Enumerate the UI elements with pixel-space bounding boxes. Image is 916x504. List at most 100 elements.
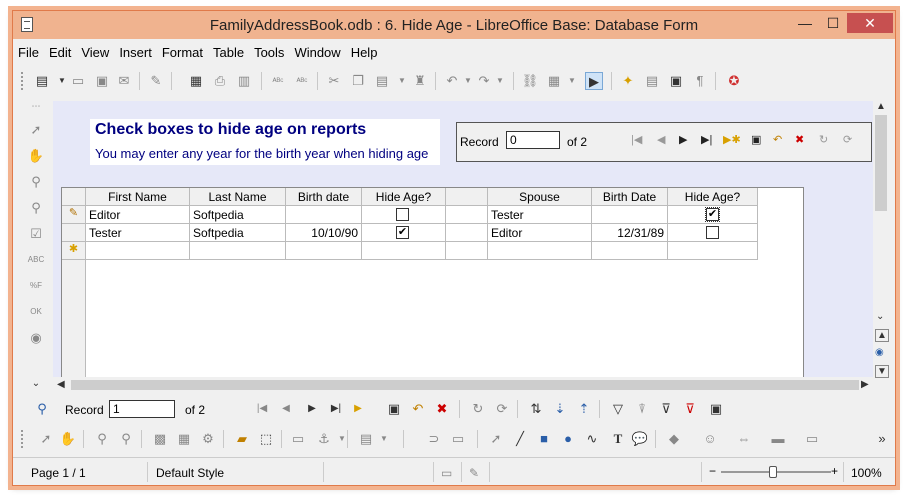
menu-insert[interactable]: Insert <box>114 43 157 62</box>
cell-spouse[interactable]: Editor <box>488 224 592 242</box>
column-header-birth-date[interactable]: Birth date <box>286 188 362 206</box>
text-field-icon[interactable]: ABC <box>27 251 45 269</box>
undo-record-icon[interactable]: ↶ <box>773 133 782 146</box>
toolbar-grip[interactable] <box>21 430 24 448</box>
new-document-icon[interactable]: ▤ <box>33 72 51 90</box>
design-mode-icon[interactable]: ▶ <box>585 72 603 90</box>
refresh-icon[interactable]: ↻ <box>819 133 828 146</box>
navigation-icon[interactable]: ◉ <box>875 347 884 358</box>
previous-page-icon[interactable]: ▲ <box>875 329 889 342</box>
toolbar-grip[interactable]: ⋯ <box>27 97 45 115</box>
formatted-field-icon[interactable]: %F <box>27 277 45 295</box>
menu-edit[interactable]: Edit <box>44 43 76 62</box>
vertical-scrollbar[interactable]: ▲ ⌄ ▲ ◉ ▼ <box>873 101 889 385</box>
zoom-level[interactable]: 100% <box>851 466 882 480</box>
find-record-icon[interactable]: ⚲ <box>33 400 51 418</box>
zoom-out-button[interactable]: − <box>709 464 716 478</box>
page-style[interactable]: Default Style <box>156 466 224 480</box>
cell-spouse[interactable]: Tester <box>488 206 592 224</box>
cell-hide-age[interactable] <box>362 242 446 260</box>
column-header-spouse[interactable]: Spouse <box>488 188 592 206</box>
apply-filter-icon[interactable]: ⍒ <box>633 400 651 418</box>
cell-first-name[interactable]: Editor <box>86 206 190 224</box>
chevron-down-icon[interactable]: ▼ <box>333 430 351 448</box>
last-record-icon[interactable]: ▶| <box>327 400 345 418</box>
refresh-control-icon[interactable]: ⟳ <box>493 400 511 418</box>
paste-icon[interactable]: ▤ <box>373 72 391 90</box>
save-record-icon[interactable]: ▣ <box>751 133 761 146</box>
formatting-marks-icon[interactable]: ¶ <box>691 72 709 90</box>
cell-last-name[interactable] <box>190 242 286 260</box>
cell-last-name[interactable]: Softpedia <box>190 224 286 242</box>
spouse-hide-age-checkbox[interactable]: ✔ <box>705 207 720 222</box>
row-marker[interactable] <box>62 224 86 242</box>
column-header-hide-age[interactable]: Hide Age? <box>362 188 446 206</box>
close-button[interactable]: ✕ <box>847 13 893 33</box>
print-icon[interactable]: ⎙ <box>211 72 229 90</box>
table-icon[interactable]: ▦ <box>545 72 563 90</box>
spellcheck-icon[interactable]: ᴬᴮᶜ <box>269 72 287 90</box>
cell-first-name[interactable] <box>86 242 190 260</box>
hand-icon[interactable]: ✋ <box>59 430 77 448</box>
gallery-icon[interactable]: ▤ <box>643 72 661 90</box>
sort-descending-icon[interactable]: ⇡ <box>575 400 593 418</box>
cell-spouse-birth-date[interactable] <box>592 242 668 260</box>
data-source-as-table-icon[interactable]: ▣ <box>707 400 725 418</box>
pointer-icon[interactable]: ➚ <box>487 430 505 448</box>
menu-help[interactable]: Help <box>346 43 383 62</box>
horizontal-scrollbar[interactable]: ◀ ▶ <box>53 377 873 393</box>
data-sources-icon[interactable]: ▣ <box>667 72 685 90</box>
scroll-left-icon[interactable]: ◀ <box>57 379 65 390</box>
cut-icon[interactable]: ✂ <box>325 72 343 90</box>
row-edit-marker[interactable]: ✎ <box>62 206 86 224</box>
menu-file[interactable]: File <box>13 43 44 62</box>
hand-icon[interactable]: ✋ <box>27 147 45 165</box>
callouts-icon[interactable]: ▭ <box>803 430 821 448</box>
cell-first-name[interactable]: Tester <box>86 224 190 242</box>
record-input[interactable]: 1 <box>109 400 175 418</box>
menu-tools[interactable]: Tools <box>249 43 289 62</box>
new-record-icon[interactable]: ▶✱ <box>723 133 741 146</box>
toolbar-grip[interactable] <box>21 72 24 90</box>
spouse-hide-age-checkbox[interactable] <box>706 226 719 239</box>
hide-age-checkbox[interactable]: ✔ <box>396 226 409 239</box>
select-icon[interactable]: ➚ <box>27 121 45 139</box>
copy-icon[interactable]: ❐ <box>349 72 367 90</box>
align-icon[interactable]: ▤ <box>357 430 375 448</box>
ellipse-icon[interactable]: ● <box>559 430 577 448</box>
menu-format[interactable]: Format <box>157 43 208 62</box>
option-button-icon[interactable]: ◉ <box>27 329 45 347</box>
cell-spouse-hide-age[interactable] <box>668 242 758 260</box>
group-icon[interactable]: ⚙ <box>199 430 217 448</box>
next-record-icon[interactable]: ▶ <box>303 400 321 418</box>
scroll-up-icon[interactable]: ▲ <box>876 101 886 112</box>
select-area-icon[interactable]: ⬚ <box>257 430 275 448</box>
column-header-first-name[interactable]: First Name <box>86 188 190 206</box>
save-record-icon[interactable]: ▣ <box>385 400 403 418</box>
open-folder-icon[interactable]: ▭ <box>69 72 87 90</box>
chevron-down-icon[interactable]: ▼ <box>393 72 411 90</box>
minimize-button[interactable]: — <box>791 13 819 33</box>
image-icon[interactable]: ▩ <box>151 430 169 448</box>
first-record-icon[interactable]: |◀ <box>631 133 642 146</box>
last-record-icon[interactable]: ▶| <box>701 133 712 146</box>
block-arrows-icon[interactable]: ⇔ <box>735 430 753 448</box>
column-header-blank[interactable] <box>446 188 488 206</box>
print-preview-icon[interactable]: ▥ <box>235 72 253 90</box>
send-backward-icon[interactable]: ▭ <box>449 430 467 448</box>
line-icon[interactable]: ╱ <box>511 430 529 448</box>
autofilter-icon[interactable]: ▽ <box>609 400 627 418</box>
rectangle-icon[interactable]: ■ <box>535 430 553 448</box>
new-record-icon[interactable]: ▶ <box>349 400 367 418</box>
horizontal-scroll-thumb[interactable] <box>71 380 859 390</box>
column-header-spouse-hide-age[interactable]: Hide Age? <box>668 188 758 206</box>
undo-record-icon[interactable]: ↶ <box>409 400 427 418</box>
reset-filter-icon[interactable]: ⊽ <box>681 400 699 418</box>
cell-last-name[interactable]: Softpedia <box>190 206 286 224</box>
delete-record-icon[interactable]: ✖ <box>795 133 804 146</box>
new-row-marker[interactable]: ✱ <box>62 242 86 260</box>
sort-icon[interactable]: ⇅ <box>527 400 545 418</box>
next-record-icon[interactable]: ▶ <box>679 133 687 146</box>
document-modified-icon[interactable]: ✎ <box>469 466 479 480</box>
save-icon[interactable]: ▣ <box>93 72 111 90</box>
